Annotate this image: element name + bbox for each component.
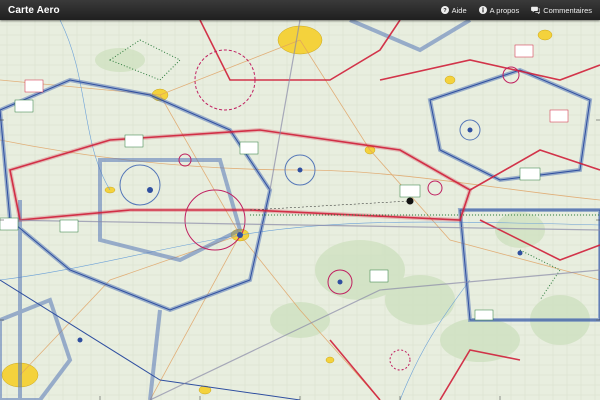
question-circle-icon: ? <box>440 6 449 14</box>
comments-link[interactable]: Commentaires <box>531 6 592 15</box>
about-link[interactable]: A propos <box>478 5 520 15</box>
info-circle-icon <box>478 6 487 14</box>
svg-text:?: ? <box>443 8 447 14</box>
app-title[interactable]: Carte Aero <box>8 5 60 16</box>
comments-label: Commentaires <box>543 5 592 15</box>
aeronautical-chart-map[interactable] <box>0 20 600 400</box>
help-link[interactable]: ? Aide <box>440 5 467 15</box>
top-navbar: Carte Aero ? Aide A propos Commentaires <box>0 0 600 20</box>
help-label: Aide <box>451 5 467 15</box>
about-label: A propos <box>489 5 520 15</box>
speech-bubbles-icon <box>531 6 541 14</box>
nav-menu: ? Aide A propos Commentaires <box>429 0 600 20</box>
